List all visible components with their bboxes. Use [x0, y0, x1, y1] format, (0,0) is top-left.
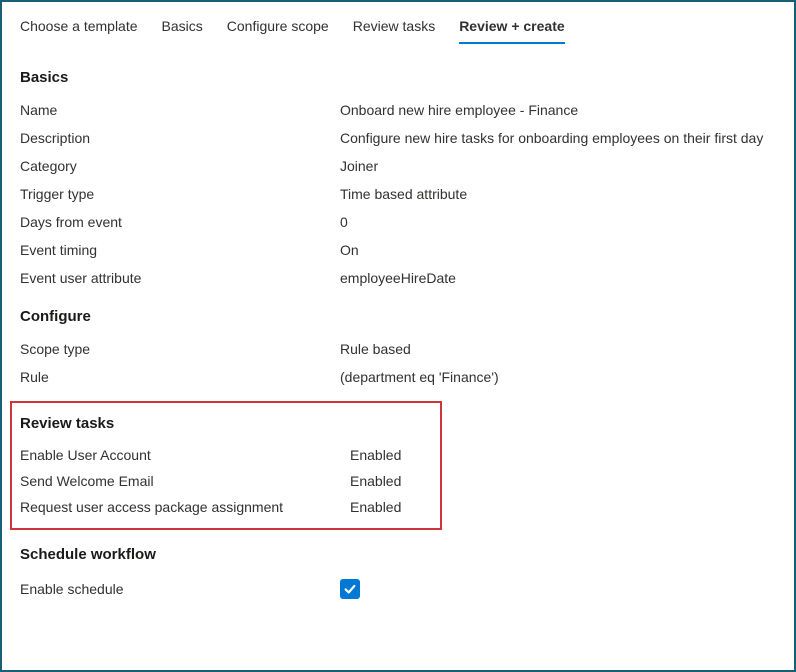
section-title-schedule: Schedule workflow: [20, 546, 776, 563]
value-task-welcome-email: Enabled: [350, 473, 432, 489]
section-title-basics: Basics: [20, 69, 776, 86]
value-trigger-type: Time based attribute: [340, 186, 776, 202]
tab-choose-template[interactable]: Choose a template: [20, 12, 138, 44]
row-rule: Rule (department eq 'Finance'): [20, 363, 776, 391]
value-event-user-attribute: employeeHireDate: [340, 270, 776, 286]
tab-review-tasks[interactable]: Review tasks: [353, 12, 435, 44]
value-scope-type: Rule based: [340, 341, 776, 357]
value-description: Configure new hire tasks for onboarding …: [340, 130, 776, 146]
tab-review-create[interactable]: Review + create: [459, 12, 564, 44]
value-days-from-event: 0: [340, 214, 776, 230]
label-task-enable-user: Enable User Account: [20, 447, 350, 463]
row-category: Category Joiner: [20, 152, 776, 180]
label-event-timing: Event timing: [20, 242, 340, 258]
tab-bar: Choose a template Basics Configure scope…: [2, 2, 794, 45]
label-name: Name: [20, 102, 340, 118]
label-category: Category: [20, 158, 340, 174]
row-description: Description Configure new hire tasks for…: [20, 124, 776, 152]
row-event-timing: Event timing On: [20, 236, 776, 264]
tab-configure-scope[interactable]: Configure scope: [227, 12, 329, 44]
label-description: Description: [20, 130, 340, 146]
tab-basics[interactable]: Basics: [162, 12, 203, 44]
review-tasks-highlight: Review tasks Enable User Account Enabled…: [10, 401, 442, 530]
value-rule: (department eq 'Finance'): [340, 369, 776, 385]
row-trigger-type: Trigger type Time based attribute: [20, 180, 776, 208]
label-trigger-type: Trigger type: [20, 186, 340, 202]
row-enable-schedule: Enable schedule: [20, 573, 776, 605]
row-days-from-event: Days from event 0: [20, 208, 776, 236]
value-category: Joiner: [340, 158, 776, 174]
label-event-user-attribute: Event user attribute: [20, 270, 340, 286]
row-task-welcome-email: Send Welcome Email Enabled: [20, 468, 432, 494]
value-task-enable-user: Enabled: [350, 447, 432, 463]
row-task-enable-user: Enable User Account Enabled: [20, 442, 432, 468]
label-enable-schedule: Enable schedule: [20, 581, 340, 597]
row-name: Name Onboard new hire employee - Finance: [20, 96, 776, 124]
section-title-configure: Configure: [20, 308, 776, 325]
label-task-access-package: Request user access package assignment: [20, 499, 350, 515]
row-event-user-attribute: Event user attribute employeeHireDate: [20, 264, 776, 292]
value-task-access-package: Enabled: [350, 499, 432, 515]
value-name: Onboard new hire employee - Finance: [340, 102, 776, 118]
label-scope-type: Scope type: [20, 341, 340, 357]
row-task-access-package: Request user access package assignment E…: [20, 494, 432, 520]
label-rule: Rule: [20, 369, 340, 385]
review-content: Basics Name Onboard new hire employee - …: [2, 45, 794, 623]
value-event-timing: On: [340, 242, 776, 258]
checkbox-enable-schedule[interactable]: [340, 579, 360, 599]
label-task-welcome-email: Send Welcome Email: [20, 473, 350, 489]
row-scope-type: Scope type Rule based: [20, 335, 776, 363]
checkmark-icon: [343, 582, 357, 596]
section-title-review-tasks: Review tasks: [20, 415, 432, 432]
label-days-from-event: Days from event: [20, 214, 340, 230]
